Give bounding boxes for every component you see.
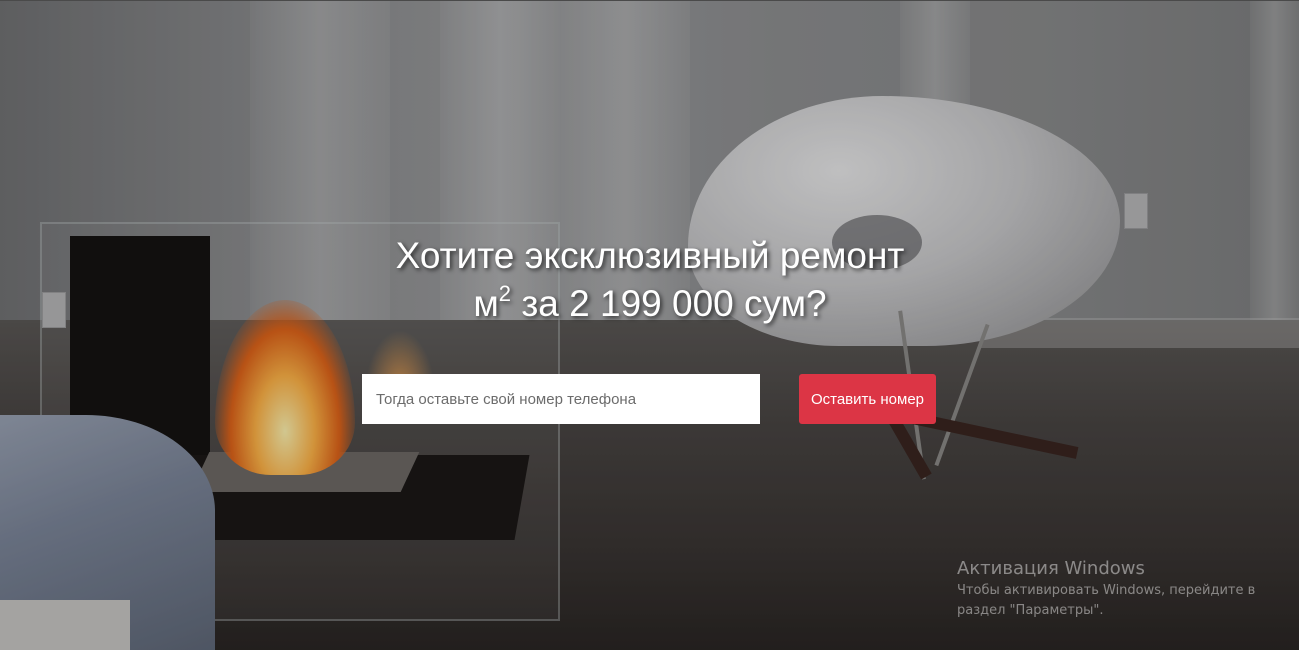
- windows-activation-title: Активация Windows: [957, 558, 1145, 579]
- windows-activation-subtitle: Чтобы активировать Windows, перейдите в …: [957, 583, 1256, 618]
- windows-activation-watermark: Активация Windows Чтобы активировать Win…: [957, 557, 1277, 621]
- submit-phone-button[interactable]: Оставить номер: [799, 374, 936, 424]
- hero-headline: Хотите эксклюзивный ремонт м2 за 2 199 0…: [300, 232, 1000, 328]
- phone-input[interactable]: [362, 374, 760, 424]
- headline-unit-superscript: 2: [498, 281, 512, 306]
- headline-line-2-price: за 2 199 000 сум?: [511, 283, 827, 324]
- headline-unit: м: [473, 283, 499, 324]
- top-border: [0, 0, 1299, 1]
- headline-line-1: Хотите эксклюзивный ремонт: [395, 235, 905, 276]
